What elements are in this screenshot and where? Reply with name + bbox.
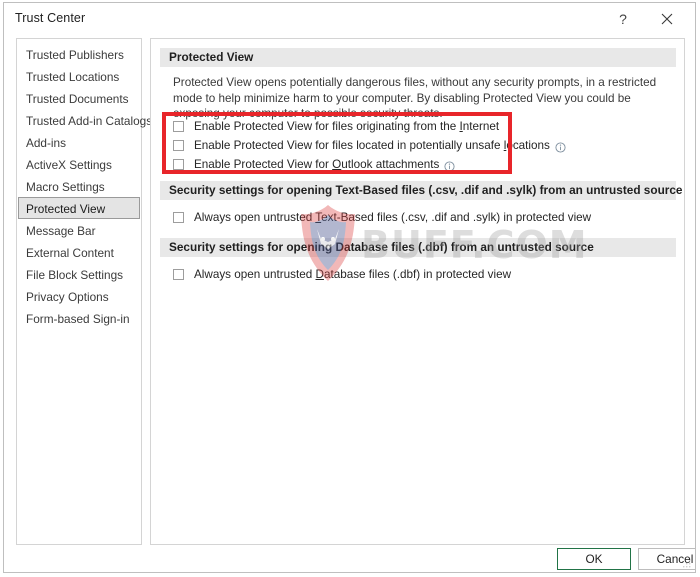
help-glyph: ? — [619, 10, 627, 27]
title-bar: Trust Center ? — [4, 3, 695, 34]
sidebar-item-macro-settings[interactable]: Macro Settings — [18, 175, 140, 197]
sidebar-item-file-block-settings[interactable]: File Block Settings — [18, 263, 140, 285]
sidebar-item-activex-settings[interactable]: ActiveX Settings — [18, 153, 140, 175]
ok-button[interactable]: OK — [557, 548, 631, 570]
sidebar-item-message-bar[interactable]: Message Bar — [18, 219, 140, 241]
sidebar-item-privacy-options[interactable]: Privacy Options — [18, 285, 140, 307]
checkbox-label-unsafe-locations: Enable Protected View for files located … — [194, 138, 550, 152]
close-icon[interactable] — [649, 3, 685, 34]
section-header-text-based: Security settings for opening Text-Based… — [160, 181, 683, 200]
sidebar-item-add-ins[interactable]: Add-ins — [18, 131, 140, 153]
window-title: Trust Center — [15, 11, 86, 25]
trust-center-dialog: Trust Center ? Trusted Publishers Truste… — [3, 2, 696, 573]
help-icon[interactable]: ? — [605, 3, 641, 34]
checkbox-always-open-text-based[interactable] — [173, 211, 184, 223]
sidebar-item-trusted-locations[interactable]: Trusted Locations — [18, 65, 140, 87]
sidebar-item-trusted-publishers[interactable]: Trusted Publishers — [18, 43, 140, 65]
sidebar-item-external-content[interactable]: External Content — [18, 241, 140, 263]
info-icon-unsafe-locations[interactable] — [555, 140, 566, 153]
checkbox-enable-pv-unsafe-locations[interactable] — [173, 139, 184, 151]
sidebar-item-trusted-documents[interactable]: Trusted Documents — [18, 87, 140, 109]
resize-grip-icon[interactable] — [682, 559, 692, 569]
settings-panel: Protected View Protected View opens pote… — [150, 38, 685, 545]
close-glyph — [661, 13, 673, 24]
category-sidebar[interactable]: Trusted Publishers Trusted Locations Tru… — [16, 38, 152, 545]
sidebar-item-trusted-add-in-catalogs[interactable]: Trusted Add-in Catalogs — [18, 109, 152, 131]
checkbox-always-open-database[interactable] — [173, 268, 184, 280]
checkbox-row-database[interactable]: Always open untrusted Database files (.d… — [173, 265, 511, 283]
checkbox-row-outlook-attachments[interactable]: Enable Protected View for Outlook attach… — [173, 155, 455, 173]
checkbox-row-internet[interactable]: Enable Protected View for files originat… — [173, 117, 499, 135]
checkbox-row-unsafe-locations[interactable]: Enable Protected View for files located … — [173, 136, 566, 154]
checkbox-row-text-based[interactable]: Always open untrusted Text-Based files (… — [173, 208, 591, 226]
checkbox-label-database: Always open untrusted Database files (.d… — [194, 267, 512, 281]
sidebar-item-form-based-sign-in[interactable]: Form-based Sign-in — [18, 307, 140, 329]
checkbox-label-text-based: Always open untrusted Text-Based files (… — [194, 210, 592, 224]
checkbox-label-outlook-attachments: Enable Protected View for Outlook attach… — [194, 157, 440, 171]
info-icon-outlook-attachments[interactable] — [444, 159, 455, 172]
checkbox-enable-pv-internet[interactable] — [173, 120, 184, 132]
sidebar-item-protected-view[interactable]: Protected View — [18, 197, 140, 219]
checkbox-label-internet: Enable Protected View for files originat… — [194, 119, 500, 133]
checkbox-enable-pv-outlook-attachments[interactable] — [173, 158, 184, 170]
protected-view-description: Protected View opens potentially dangero… — [173, 76, 657, 120]
section-header-protected-view: Protected View — [160, 48, 676, 67]
section-header-database: Security settings for opening Database f… — [160, 238, 676, 257]
